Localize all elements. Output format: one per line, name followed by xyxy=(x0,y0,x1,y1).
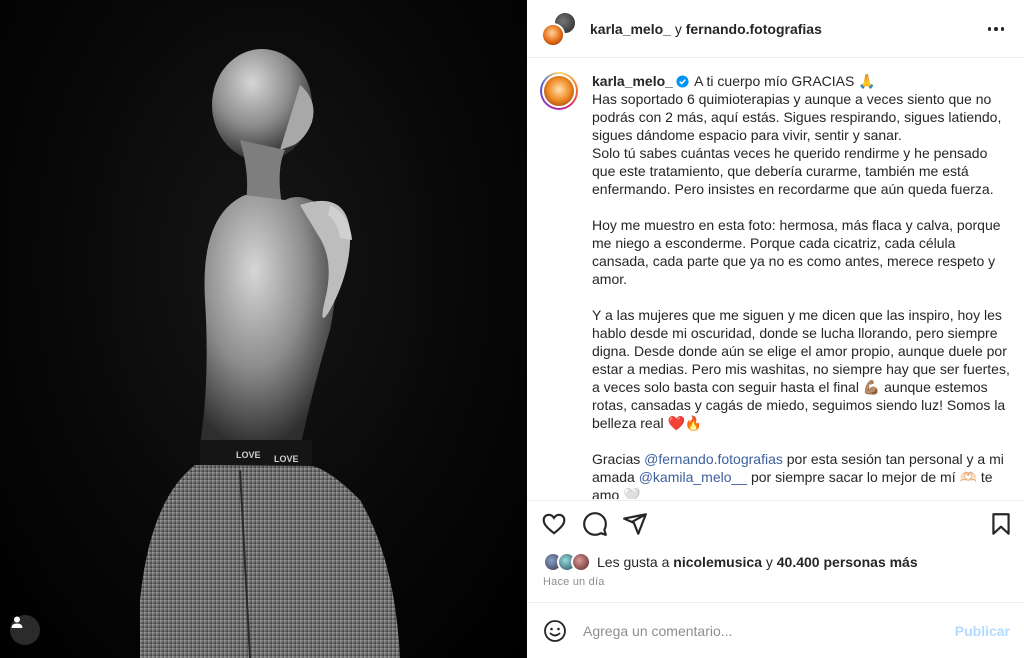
tagged-user-button[interactable] xyxy=(10,615,40,645)
svg-text:LOVE: LOVE xyxy=(274,454,299,464)
verified-badge-icon xyxy=(676,75,689,88)
comment-input[interactable] xyxy=(583,622,943,639)
post-timestamp[interactable]: Hace un día xyxy=(543,576,605,588)
caption-thanks: Gracias @fernando.fotografias por esta s… xyxy=(592,450,1010,499)
bookmark-icon[interactable] xyxy=(988,511,1014,537)
share-icon[interactable] xyxy=(622,511,648,537)
emoji-icon[interactable] xyxy=(543,619,567,643)
caption-author-avatar[interactable] xyxy=(540,72,578,110)
more-icon xyxy=(987,27,992,31)
caption-paragraph: Has soportado 6 quimioterapias y aunque … xyxy=(592,91,1002,143)
user-icon xyxy=(11,616,23,628)
caption-scroll-area[interactable]: karla_melo_ A ti cuerpo mío GRACIAS 🙏 Ha… xyxy=(527,59,1024,499)
authors-separator: y xyxy=(670,20,686,37)
mention-link[interactable]: @fernando.fotografias xyxy=(644,451,783,467)
caption-username[interactable]: karla_melo_ xyxy=(592,73,673,89)
photo-illustration: LOVE LOVE xyxy=(140,49,400,658)
avatar xyxy=(571,552,591,572)
comment-composer: Publicar xyxy=(527,602,1024,658)
more-options-button[interactable] xyxy=(986,20,1006,38)
likes-count[interactable]: 40.400 personas más xyxy=(777,554,918,570)
caption-paragraph: Solo tú sabes cuántas veces he querido r… xyxy=(592,145,994,197)
author-link[interactable]: karla_melo_ xyxy=(590,21,671,37)
post-modal: LOVE LOVE karla_melo_ y fernando.fotogra… xyxy=(0,0,1024,658)
publish-button[interactable]: Publicar xyxy=(955,623,1010,639)
caption-first-line: A ti cuerpo mío GRACIAS 🙏 xyxy=(694,73,876,89)
coauthor-avatars[interactable] xyxy=(539,9,579,49)
avatar[interactable] xyxy=(541,22,565,47)
likes-summary[interactable]: Les gusta a nicolemusica y 40.400 person… xyxy=(543,550,918,574)
comment-icon[interactable] xyxy=(582,511,608,537)
coauthor-link[interactable]: fernando.fotografias xyxy=(686,21,822,37)
caption-paragraph: Y a las mujeres que me siguen y me dicen… xyxy=(592,307,1010,431)
likes-text: Les gusta a nicolemusica y 40.400 person… xyxy=(597,554,918,570)
post-photo[interactable]: LOVE LOVE xyxy=(0,0,527,658)
svg-text:LOVE: LOVE xyxy=(236,450,261,460)
caption-paragraph: Hoy me muestro en esta foto: hermosa, má… xyxy=(592,217,1001,287)
post-side-panel: karla_melo_ y fernando.fotografias karla… xyxy=(527,0,1024,658)
caption: karla_melo_ A ti cuerpo mío GRACIAS 🙏 Ha… xyxy=(592,72,1010,499)
mention-link[interactable]: @kamila_melo__ xyxy=(639,469,747,485)
heart-icon[interactable] xyxy=(541,511,567,537)
post-header: karla_melo_ y fernando.fotografias xyxy=(527,0,1024,58)
post-actions xyxy=(527,500,1024,546)
post-authors: karla_melo_ y fernando.fotografias xyxy=(590,21,822,37)
liker-username[interactable]: nicolemusica xyxy=(673,554,762,570)
